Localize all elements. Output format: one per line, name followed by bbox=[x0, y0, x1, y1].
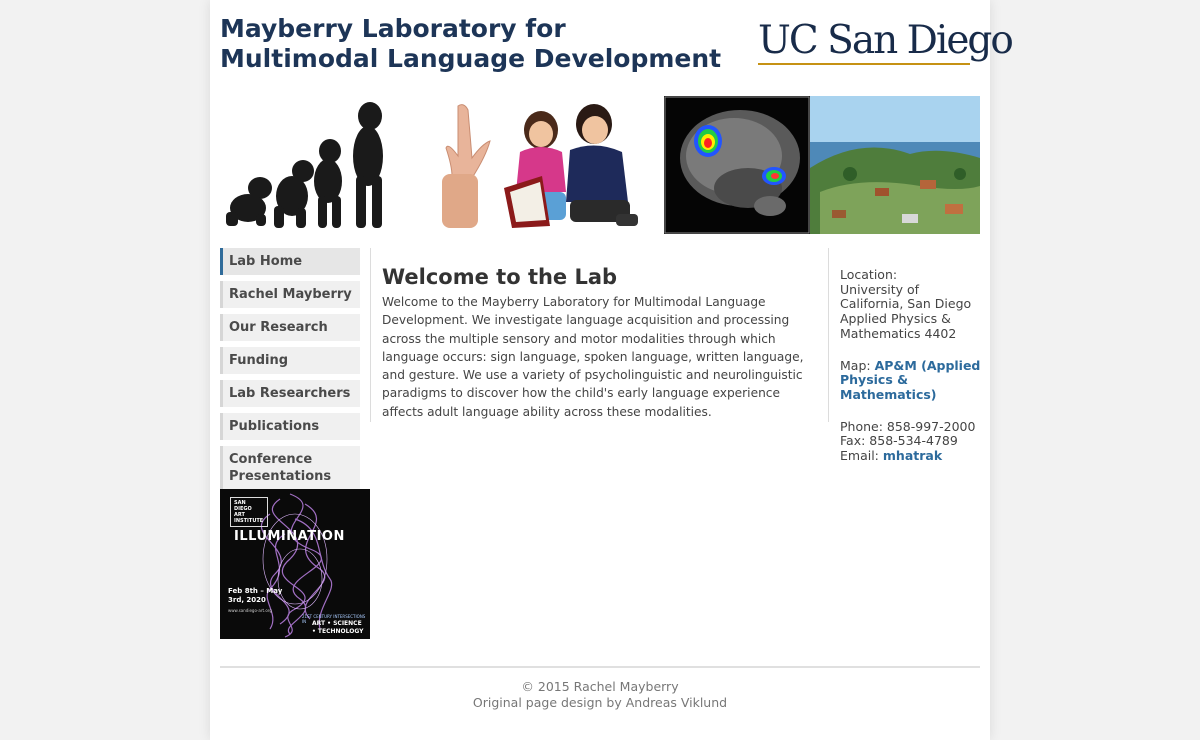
location-line-4: Mathematics 4402 bbox=[840, 325, 957, 341]
ucsd-logo-text: UC San Diego bbox=[758, 18, 1014, 63]
site-title-line-1: Mayberry Laboratory for bbox=[220, 14, 566, 43]
coastal-campus-image bbox=[810, 96, 980, 234]
site-title-line-2: Multimodal Language Development bbox=[220, 44, 722, 73]
site-title[interactable]: Mayberry Laboratory for Multimodal Langu… bbox=[220, 14, 721, 74]
nav-item-lab-researchers[interactable]: Lab Researchers bbox=[220, 380, 360, 407]
poster-theme: ART • SCIENCE • TECHNOLOGY bbox=[312, 620, 364, 635]
fax-number: Fax: 858-534-4789 bbox=[840, 433, 958, 449]
brain-mri-image bbox=[664, 96, 810, 234]
ucsd-logo-underline bbox=[758, 63, 970, 65]
contact-info: Location: University of California, San … bbox=[840, 267, 985, 464]
phone-number: Phone: 858-997-2000 bbox=[840, 418, 976, 434]
footer-copyright: © 2015 Rachel Mayberry bbox=[521, 679, 679, 694]
ucsd-logo[interactable]: UC San Diego bbox=[758, 18, 1014, 66]
location-line-2: California, San Diego bbox=[840, 296, 972, 312]
map-line: Map: AP&M (Applied Physics & Mathematics… bbox=[840, 357, 985, 403]
footer-credit: Original page design by Andreas Viklund bbox=[472, 695, 728, 710]
poster-dates: Feb 8th – May 3rd, 2020 bbox=[228, 587, 283, 604]
footer-divider bbox=[220, 666, 980, 668]
banner-image bbox=[220, 96, 980, 234]
footer: © 2015 Rachel Mayberry Original page des… bbox=[220, 679, 980, 711]
location-line-3: Applied Physics & bbox=[840, 311, 951, 327]
evolution-silhouettes-image bbox=[220, 96, 420, 234]
poster-title: ILLUMINATION bbox=[234, 529, 345, 544]
location-label: Location: bbox=[840, 267, 898, 282]
email-label: Email: bbox=[840, 448, 879, 464]
children-reading-image bbox=[498, 96, 664, 234]
main-content: Welcome to the Lab Welcome to the Mayber… bbox=[370, 248, 829, 422]
sign-language-hand-image bbox=[420, 96, 498, 234]
sidebar-nav: Lab Home Rachel Mayberry Our Research Fu… bbox=[220, 248, 360, 496]
page-heading: Welcome to the Lab bbox=[382, 265, 618, 289]
nav-item-conference-presentations[interactable]: Conference Presentations bbox=[220, 446, 360, 490]
illumination-poster[interactable]: SAN DIEGO ART INSTITUTE ILLUMINATION Feb… bbox=[220, 489, 370, 639]
poster-url: www.sandiego-art.org bbox=[228, 608, 272, 613]
email-line: Email: mhatrak bbox=[840, 448, 985, 464]
email-link[interactable]: mhatrak bbox=[883, 448, 942, 463]
location-line-1: University of bbox=[840, 281, 920, 297]
nav-item-rachel-mayberry[interactable]: Rachel Mayberry bbox=[220, 281, 360, 308]
welcome-paragraph: Welcome to the Mayberry Laboratory for M… bbox=[382, 295, 804, 419]
poster-org-label: SAN DIEGO ART INSTITUTE bbox=[230, 497, 268, 527]
nav-item-lab-home[interactable]: Lab Home bbox=[220, 248, 360, 275]
page-container: Mayberry Laboratory for Multimodal Langu… bbox=[210, 0, 1014, 740]
nav-item-publications[interactable]: Publications bbox=[220, 413, 360, 440]
map-label: Map: bbox=[840, 357, 871, 373]
nav-item-our-research[interactable]: Our Research bbox=[220, 314, 360, 341]
nav-item-funding[interactable]: Funding bbox=[220, 347, 360, 374]
